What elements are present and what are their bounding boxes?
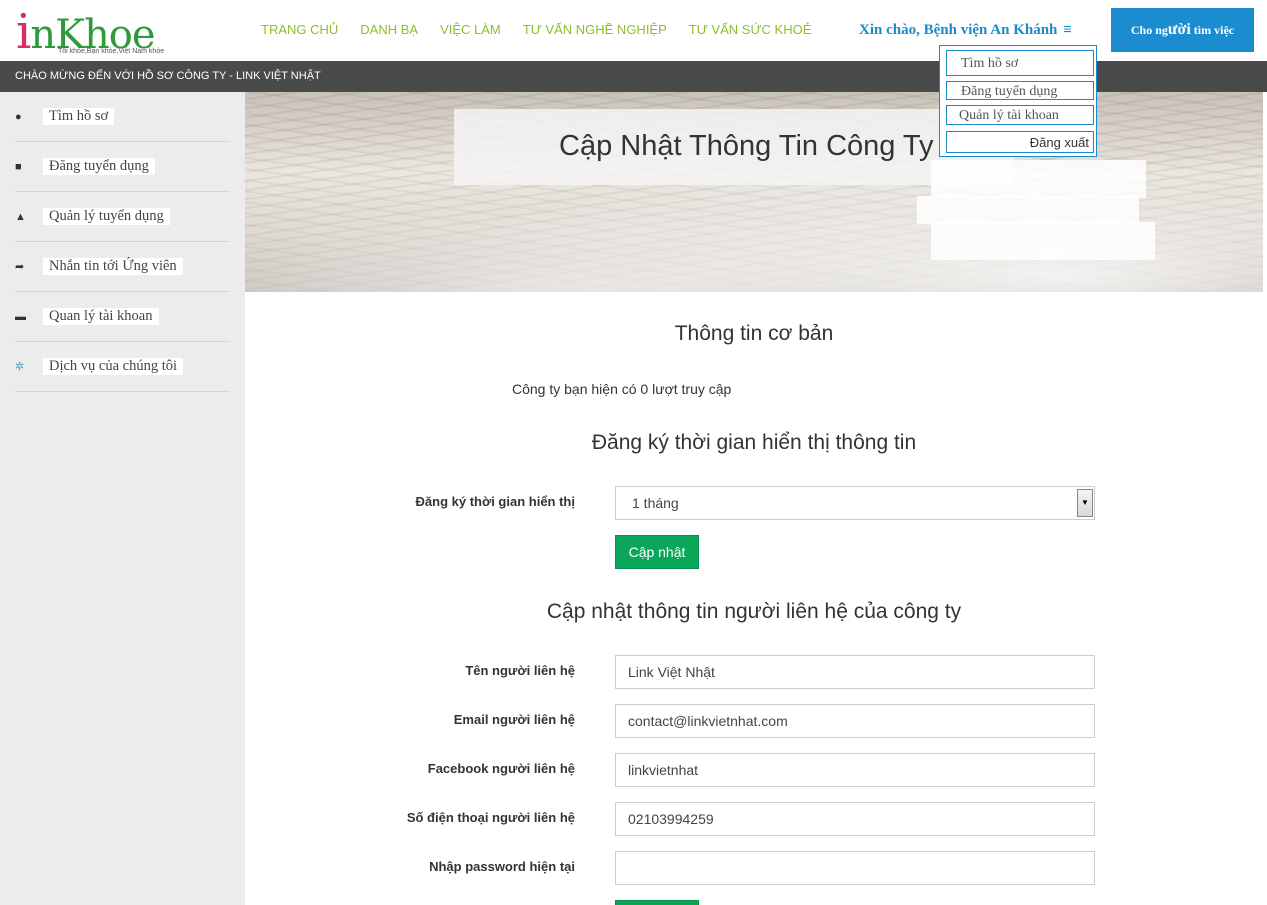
display-time-select[interactable]: 1 tháng ▼	[615, 486, 1095, 520]
display-time-label: Đăng ký thời gian hiển thị	[415, 494, 575, 509]
display-time-heading: Đăng ký thời gian hiển thị thông tin	[591, 431, 917, 454]
book-icon: ▬	[15, 310, 26, 323]
visit-count-text: Công ty bạn hiện có 0 lượt truy cập	[512, 381, 732, 397]
sidebar-item-label: Dịch vụ của chúng tôi	[43, 358, 184, 375]
nav-jobs[interactable]: VIỆC LÀM	[440, 22, 501, 37]
cta-prefix: Cho ng	[1130, 23, 1168, 37]
banner-overlay	[931, 160, 1146, 198]
current-password-input[interactable]	[615, 851, 1095, 885]
bookmark-icon: ■	[15, 160, 22, 173]
contact-name-label: Tên người liên hệ	[465, 663, 575, 678]
contact-heading: Cập nhật thông tin người liên hệ của côn…	[546, 600, 962, 623]
sidebar-item-message-candidates[interactable]: ➦ Nhắn tin tới Ứng viên	[15, 242, 230, 292]
contact-facebook-label: Facebook người liên hệ	[427, 761, 575, 776]
greeting-text: Xin chào, Bệnh viện An Khánh	[859, 22, 1058, 38]
sidebar-item-find-profile[interactable]: ● Tìm hồ sơ	[15, 92, 230, 142]
contact-facebook-input[interactable]: linkvietnhat	[615, 753, 1095, 787]
user-icon: ●	[15, 110, 22, 123]
dropdown-find-profile[interactable]: Tìm hồ sơ	[946, 50, 1094, 76]
cta-big: ười	[1167, 21, 1191, 38]
user-greeting-menu[interactable]: Xin chào, Bệnh viện An Khánh ≡	[859, 22, 1072, 39]
dropdown-post-job[interactable]: Đăng tuyển dụng	[946, 81, 1094, 100]
dropdown-account[interactable]: Quản lý tài khoan	[946, 105, 1094, 125]
sidebar: ● Tìm hồ sơ ■ Đăng tuyển dụng ▲ Quản lý …	[0, 92, 245, 905]
sidebar-item-label: Quan lý tài khoan	[43, 308, 159, 325]
sidebar-item-label: Quản lý tuyển dụng	[43, 208, 170, 225]
banner-overlay	[931, 222, 1155, 260]
banner-overlay	[917, 196, 1139, 224]
sidebar-item-manage-jobs[interactable]: ▲ Quản lý tuyển dụng	[15, 192, 230, 242]
contact-phone-label: Số điện thoại người liên hệ	[406, 810, 575, 825]
save-contact-button[interactable]	[615, 900, 699, 905]
hamburger-menu-icon[interactable]: ≡	[1063, 22, 1072, 38]
sidebar-item-services[interactable]: ✲ Dịch vụ của chúng tôi	[15, 342, 230, 392]
site-logo[interactable]: inKhoe Tôi khỏe,Bạn khỏe,Việt Nam khỏe	[16, 4, 196, 60]
nav-directory[interactable]: DANH BẠ	[360, 22, 418, 37]
nav-home[interactable]: TRANG CHỦ	[261, 22, 338, 37]
chevron-down-icon[interactable]: ▼	[1077, 489, 1093, 517]
contact-name-input[interactable]: Link Việt Nhật	[615, 655, 1095, 689]
page-title: Cập Nhật Thông Tin Công Ty	[559, 130, 934, 162]
sidebar-item-label: Đăng tuyển dụng	[43, 158, 155, 175]
dropdown-logout[interactable]: Đăng xuất	[946, 131, 1094, 153]
home-icon: ▲	[15, 210, 26, 223]
contact-email-input[interactable]: contact@linkvietnhat.com	[615, 704, 1095, 738]
current-password-label: Nhập password hiện tại	[429, 859, 575, 874]
main-nav: TRANG CHỦ DANH BẠ VIỆC LÀM TƯ VẤN NGHỀ N…	[261, 22, 811, 37]
job-seeker-button[interactable]: Cho người tìm việc	[1111, 8, 1254, 52]
logo-mark: i	[16, 4, 31, 60]
sidebar-item-post-job[interactable]: ■ Đăng tuyển dụng	[15, 142, 230, 192]
cta-suffix: tìm việc	[1190, 23, 1235, 37]
basic-info-heading: Thông tin cơ bản	[674, 322, 834, 345]
sidebar-item-label: Tìm hồ sơ	[43, 108, 115, 125]
select-value: 1 tháng	[632, 495, 679, 511]
gears-icon: ✲	[15, 361, 25, 373]
sidebar-item-account[interactable]: ▬ Quan lý tài khoan	[15, 292, 230, 342]
page-banner: Cập Nhật Thông Tin Công Ty	[245, 92, 1263, 292]
user-dropdown-menu: Tìm hồ sơ Đăng tuyển dụng Quản lý tài kh…	[939, 45, 1097, 157]
logo-tagline: Tôi khỏe,Bạn khỏe,Việt Nam khỏe	[58, 48, 165, 55]
contact-email-label: Email người liên hệ	[453, 712, 575, 727]
sidebar-item-label: Nhắn tin tới Ứng viên	[43, 258, 183, 275]
main-content: Thông tin cơ bản Công ty bạn hiện có 0 l…	[245, 292, 1263, 905]
nav-career-advice[interactable]: TƯ VẤN NGHỀ NGHIỆP	[523, 22, 667, 37]
nav-health-advice[interactable]: TƯ VẤN SỨC KHOẺ	[689, 22, 812, 37]
share-icon: ➦	[15, 261, 25, 273]
update-button[interactable]: Cập nhật	[615, 535, 699, 569]
contact-phone-input[interactable]: 02103994259	[615, 802, 1095, 836]
banner-title-box: Cập Nhật Thông Tin Công Ty	[454, 109, 1014, 185]
